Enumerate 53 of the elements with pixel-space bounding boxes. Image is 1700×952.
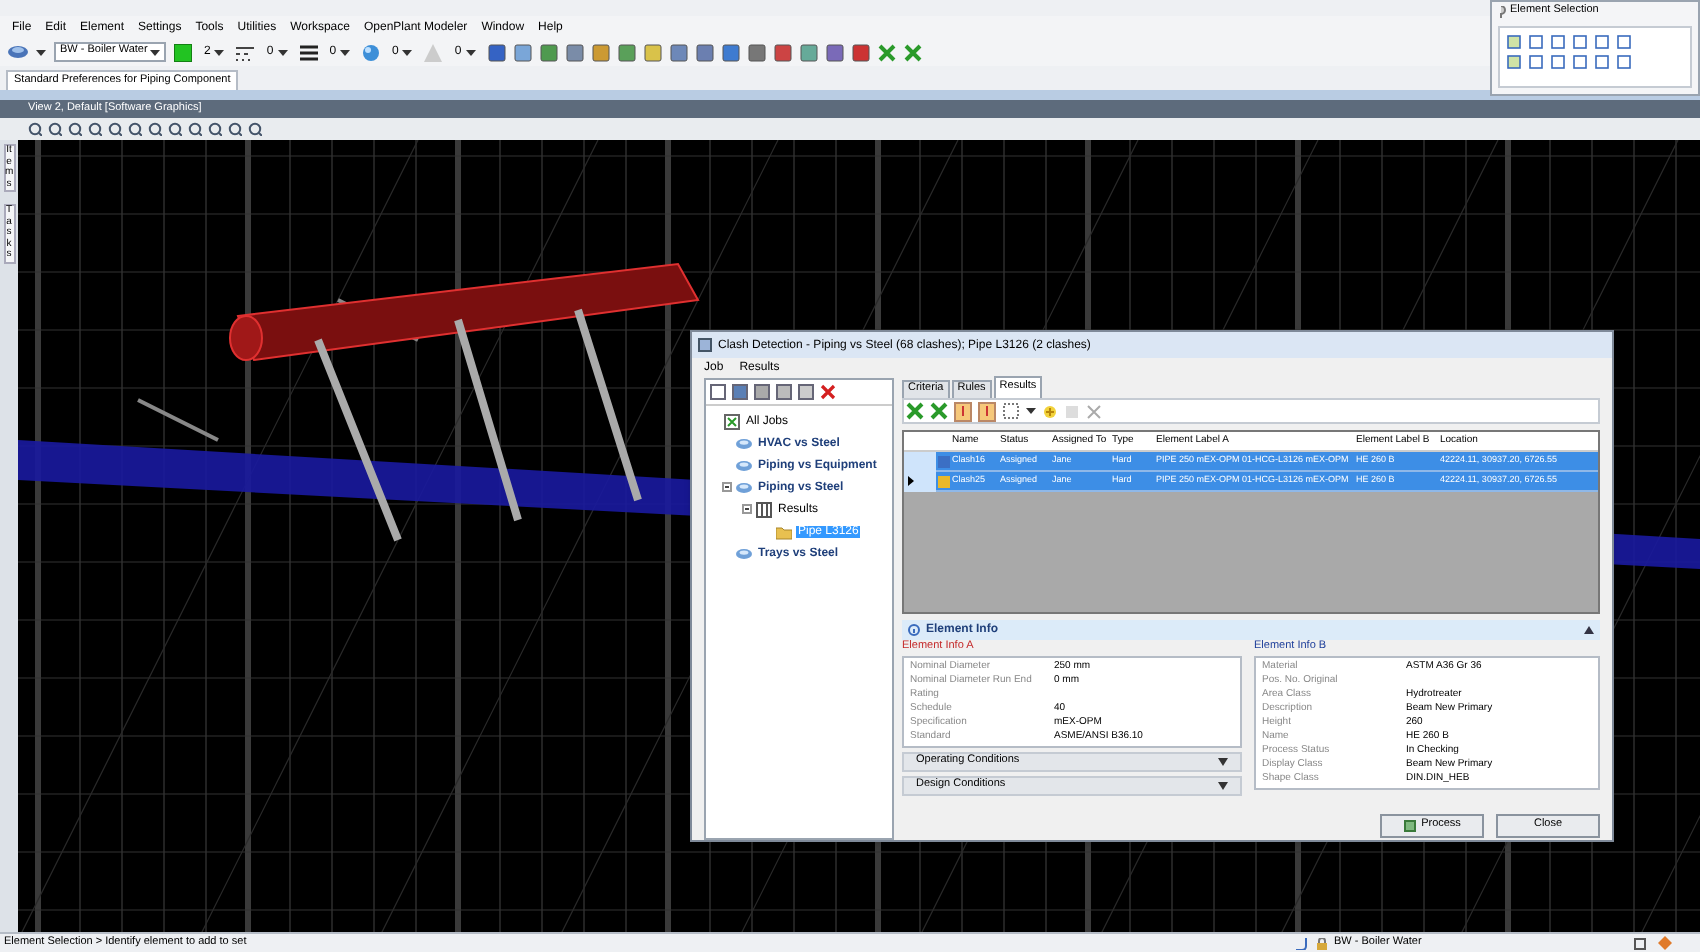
lock-icon[interactable]: [1316, 937, 1328, 949]
caret-icon[interactable]: [150, 49, 160, 55]
folder-icon: [776, 523, 792, 539]
view-tool-icon[interactable]: [188, 122, 202, 136]
collapse-icon[interactable]: [722, 482, 732, 492]
view-tool-icon[interactable]: [108, 122, 122, 136]
expand-icon[interactable]: [1218, 757, 1228, 765]
snap-icon[interactable]: [1296, 937, 1308, 949]
info-icon: [908, 624, 920, 636]
sphere-icon[interactable]: [362, 43, 381, 61]
grid-icon: [724, 413, 740, 429]
process-icon: [1403, 820, 1416, 832]
caret-icon[interactable]: [465, 49, 476, 55]
layers-icon[interactable]: [8, 44, 28, 60]
table-icon: [756, 501, 772, 517]
disc-icon: [736, 545, 752, 561]
cross-icon[interactable]: [930, 402, 948, 420]
collapse-icon[interactable]: [1584, 626, 1594, 634]
expand-icon[interactable]: [1218, 781, 1228, 789]
view-tool-icon[interactable]: [88, 122, 102, 136]
cross-icon[interactable]: [906, 402, 924, 420]
view-tool-icon[interactable]: [48, 122, 62, 136]
disc-icon: [736, 457, 752, 473]
caret-icon[interactable]: [214, 49, 225, 55]
caret-icon[interactable]: [402, 49, 413, 55]
line-style-icon[interactable]: [236, 43, 255, 61]
note-icon[interactable]: [978, 401, 996, 421]
view-tool-icon[interactable]: [168, 122, 182, 136]
app-icon: [698, 338, 712, 352]
note-icon[interactable]: [954, 401, 972, 421]
caret-icon[interactable]: [36, 49, 46, 55]
collapse-icon[interactable]: [742, 504, 752, 514]
caret-icon[interactable]: [1026, 408, 1036, 414]
diamond-icon[interactable]: [1658, 936, 1672, 950]
view-tool-icon[interactable]: [28, 122, 42, 136]
view-tool-icon[interactable]: [208, 122, 222, 136]
line-weight-icon[interactable]: [299, 43, 318, 61]
view-tool-icon[interactable]: [128, 122, 142, 136]
cross-icon[interactable]: [903, 43, 922, 61]
cross-icon[interactable]: [877, 43, 896, 61]
disc-icon: [736, 479, 752, 495]
window-icon[interactable]: [1634, 937, 1646, 949]
select-icon[interactable]: [1002, 402, 1020, 420]
color-swatch-icon[interactable]: [174, 43, 192, 61]
caret-icon[interactable]: [340, 49, 351, 55]
view-tool-icon[interactable]: [68, 122, 82, 136]
view-tool-icon[interactable]: [228, 122, 242, 136]
view-tool-icon[interactable]: [148, 122, 162, 136]
disc-icon: [736, 435, 752, 451]
add-icon[interactable]: [1042, 403, 1058, 419]
caret-icon[interactable]: [277, 49, 288, 55]
delete-icon[interactable]: [820, 384, 836, 400]
view-tool-icon[interactable]: [248, 122, 262, 136]
